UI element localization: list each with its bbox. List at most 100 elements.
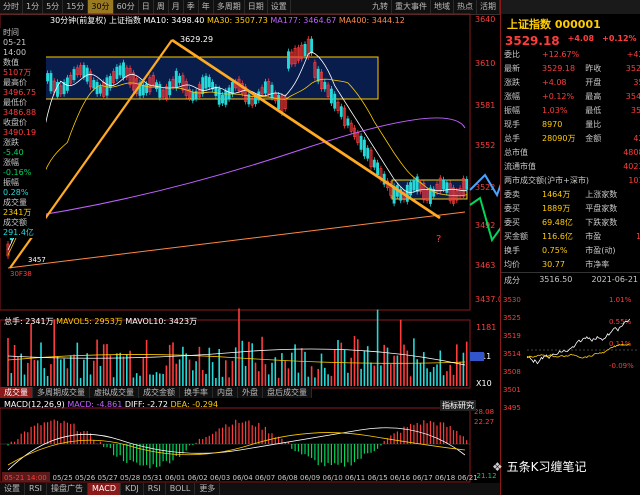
candle-body: [329, 88, 333, 104]
quote-value2: 18.5: [635, 232, 640, 241]
ledger-chg-label: 涨跌: [3, 138, 19, 147]
quote-value: 116.6亿: [542, 232, 573, 241]
quote-label2: 开盘: [585, 78, 602, 87]
quote-value2: 3525.1: [625, 64, 640, 73]
candle-body: [270, 84, 274, 98]
y-tick-label: 3581: [475, 101, 495, 110]
y-tick-label: 3640: [475, 15, 495, 24]
quote-value: 1464万: [542, 190, 571, 199]
quote-row: 委买 69.48亿 下跌家数16: [501, 216, 640, 230]
x-tick-label: 06/16: [390, 474, 411, 482]
x-tick-label: 06/21: [458, 474, 478, 482]
intraday-chart: 35303525351935143508350134951.01%0.55%0.…: [503, 296, 639, 412]
candle-body: [316, 68, 320, 82]
price-pct: +0.12%: [602, 34, 637, 43]
quote-row: 流通市值 402355: [501, 160, 640, 174]
volume-tab-4[interactable]: 换手率: [180, 387, 213, 398]
quote-value: 8970: [542, 120, 563, 129]
volume-tab-7[interactable]: 盘后成交量: [263, 387, 312, 398]
quote-label2: 金额: [585, 134, 602, 143]
quote-label: 买金额: [504, 232, 528, 241]
peak-label: 3629.29: [180, 35, 213, 44]
quote-label2: 最低: [585, 106, 602, 115]
quote-label2: [582, 48, 620, 62]
ledger-amp-label: 振幅: [3, 178, 19, 187]
quote-label2: 市净率: [585, 260, 610, 269]
ma30-line: [7, 78, 467, 256]
quote-value2: 3504.: [630, 106, 640, 115]
quote-panel-header: [501, 0, 640, 14]
quote-label: 现手: [504, 120, 520, 129]
candle-body: [174, 70, 178, 89]
candle-body: [98, 86, 102, 94]
indicator-tab-0[interactable]: 设置: [0, 483, 25, 495]
macd-frame: [0, 407, 471, 483]
quote-value2: 480841: [623, 148, 640, 157]
question-mark: ?: [436, 234, 441, 245]
ma177-value: MA177: 3464.67: [270, 16, 337, 25]
quote-label: 总手: [504, 134, 520, 143]
volume-tab-3[interactable]: 成交金额: [139, 387, 180, 398]
ma10-value: MA10: 3498.40: [143, 16, 205, 25]
indicator-tab-5[interactable]: RSI: [144, 483, 166, 495]
quote-label2: 最高: [585, 92, 602, 101]
indicator-tab-4[interactable]: KDJ: [121, 483, 144, 495]
quote-value: 28090万: [542, 134, 576, 143]
volume-tab-6[interactable]: 外盘: [238, 387, 263, 398]
intraday-y-label: 3519: [503, 332, 521, 340]
x-tick-label: 06/04: [233, 474, 254, 482]
x-tick-label: 05/31: [143, 474, 163, 482]
quote-label: 委买: [504, 218, 520, 227]
intraday-top: 3516.50: [539, 275, 573, 284]
x-tick-label: 06/03: [210, 474, 230, 482]
quote-row: 委买 1889万 平盘家数9: [501, 202, 640, 216]
intraday-avg-line: [526, 343, 630, 359]
quote-label2: 市盈(动): [585, 246, 616, 255]
volume-tab-1[interactable]: 多周期成交量: [33, 387, 90, 398]
quote-row: 涨跌 +4.08 开盘 3524: [501, 76, 640, 90]
candle-body: [227, 87, 231, 100]
indicator-tab-7[interactable]: 更多: [195, 483, 221, 495]
candle-body: [122, 62, 125, 79]
quote-value2: 11: [620, 188, 640, 202]
candle-body: [339, 106, 343, 117]
indicator-tab-6[interactable]: BOLL: [166, 483, 196, 495]
volume-legend: 总手: 2341万 MAVOL5: 2953万 MAVOL10: 3423万: [4, 316, 197, 327]
ledger-turnover: 2341万: [3, 208, 32, 217]
quote-label2: 上涨家数: [585, 190, 618, 199]
candle-body: [92, 80, 96, 89]
quote-label2: 量比: [585, 120, 602, 129]
indicator-research-button[interactable]: 指标研究: [440, 400, 476, 411]
macd-y-label: 28.08: [474, 408, 494, 416]
x-tick-label: 06/18: [435, 474, 455, 482]
candle-body: [263, 81, 267, 94]
ledger-time-label: 时间: [3, 28, 19, 37]
ma400-line: [7, 211, 466, 269]
candle-body: [445, 182, 449, 193]
indicator-tabs: 设置 RSI 操盘广告 MACD KDJ RSI BOLL 更多: [0, 483, 500, 495]
quote-label2: [582, 146, 620, 160]
x-tick-label: 06/10: [323, 474, 343, 482]
wechat-icon: ❖: [492, 460, 503, 474]
intraday-y-label: 3495: [503, 404, 521, 412]
indicator-tab-2[interactable]: 操盘广告: [47, 483, 88, 495]
indicator-tab-3[interactable]: MACD: [88, 483, 121, 495]
volume-tab-0[interactable]: 成交量: [0, 387, 33, 398]
x-tick-label: 06/15: [368, 474, 388, 482]
macd-params: MACD(12,26,9): [4, 400, 65, 409]
quote-label2: 平盘家数: [585, 204, 618, 213]
candle-body: [254, 96, 257, 105]
x-tick-label: 05/25: [53, 474, 73, 482]
volume-tab-5[interactable]: 内盘: [213, 387, 238, 398]
quote-label: 涨幅: [504, 92, 520, 101]
quote-label: 两市成交额(沪市+深市): [504, 176, 589, 185]
ledger-date: 05-21: [3, 38, 27, 47]
quote-row: 委比 +12.67% +4258: [501, 48, 640, 62]
candle-body: [141, 84, 145, 96]
y-tick-label: 3463: [475, 261, 495, 270]
indicator-tab-1[interactable]: RSI: [25, 483, 47, 495]
candle-body: [115, 66, 119, 79]
x-tick-label: 06/01: [165, 474, 185, 482]
volume-tab-2[interactable]: 虚拟成交量: [90, 387, 139, 398]
x-tick-label: 06/17: [413, 474, 433, 482]
